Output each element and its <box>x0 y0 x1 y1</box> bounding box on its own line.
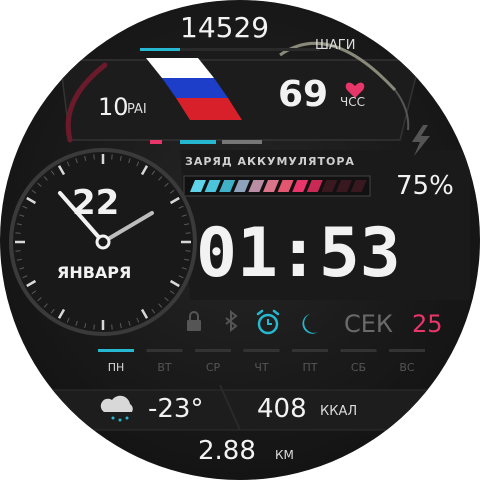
pai-marker-cyan <box>180 140 216 144</box>
heart-rate-label: ЧСС <box>340 95 365 109</box>
weekday-label: СБ <box>350 361 367 374</box>
temperature: -23° <box>148 394 204 424</box>
seconds-label: СЕК <box>344 310 393 338</box>
heart-rate-value: 69 <box>278 74 329 115</box>
distance-value: 2.88 <box>198 436 256 466</box>
date-month: ЯНВАРЯ <box>57 263 132 282</box>
date-day: 22 <box>72 183 120 223</box>
tick-mark <box>93 154 95 160</box>
digital-time: 01:53 <box>196 214 401 293</box>
weekday-bar <box>243 349 280 352</box>
pai-value: 10 <box>98 93 129 121</box>
weekday-label: ВТ <box>157 361 172 374</box>
steps-value: 14529 <box>180 11 270 44</box>
steps-label: ШАГИ <box>315 38 356 53</box>
pai-marker-red <box>150 140 162 144</box>
weekday-label: ЧТ <box>254 361 269 374</box>
calories-value: 408 <box>257 394 307 424</box>
pai-label: PAI <box>127 102 147 117</box>
tick-mark <box>111 324 113 330</box>
watch-face: 14529 ШАГИ 10 PAI 69 ЧСС ЗАРЯД АККУМУЛЯТ… <box>0 0 480 480</box>
weekday-label: ВС <box>399 361 415 374</box>
weekday-bar <box>340 349 377 352</box>
weekday-bar <box>98 349 134 352</box>
tick-mark <box>185 250 191 252</box>
weekday-bars <box>98 349 425 352</box>
tick-mark <box>185 232 191 234</box>
weekday-label: СР <box>205 361 221 374</box>
weekday-label: ПТ <box>302 361 318 374</box>
weekday-bar <box>146 349 183 352</box>
battery-title: ЗАРЯД АККУМУЛЯТОРА <box>185 155 355 168</box>
battery-percent: 75% <box>396 171 454 201</box>
tick-mark <box>15 250 21 252</box>
weekday-bar <box>195 349 231 352</box>
tick-mark <box>93 324 95 330</box>
hand-pivot <box>95 234 111 250</box>
seconds-value: 25 <box>412 310 443 338</box>
weekday-bar <box>292 349 328 352</box>
tick-mark <box>15 232 21 234</box>
calories-unit: ККАЛ <box>320 404 358 419</box>
bottom-panel <box>39 389 441 431</box>
distance-unit: КМ <box>275 448 294 462</box>
weekday-bar <box>389 349 425 352</box>
steps-bar-fill <box>140 48 180 51</box>
tick-mark <box>111 154 113 160</box>
weekday-label: ПН <box>107 361 125 374</box>
pai-marker-gray <box>222 140 262 144</box>
